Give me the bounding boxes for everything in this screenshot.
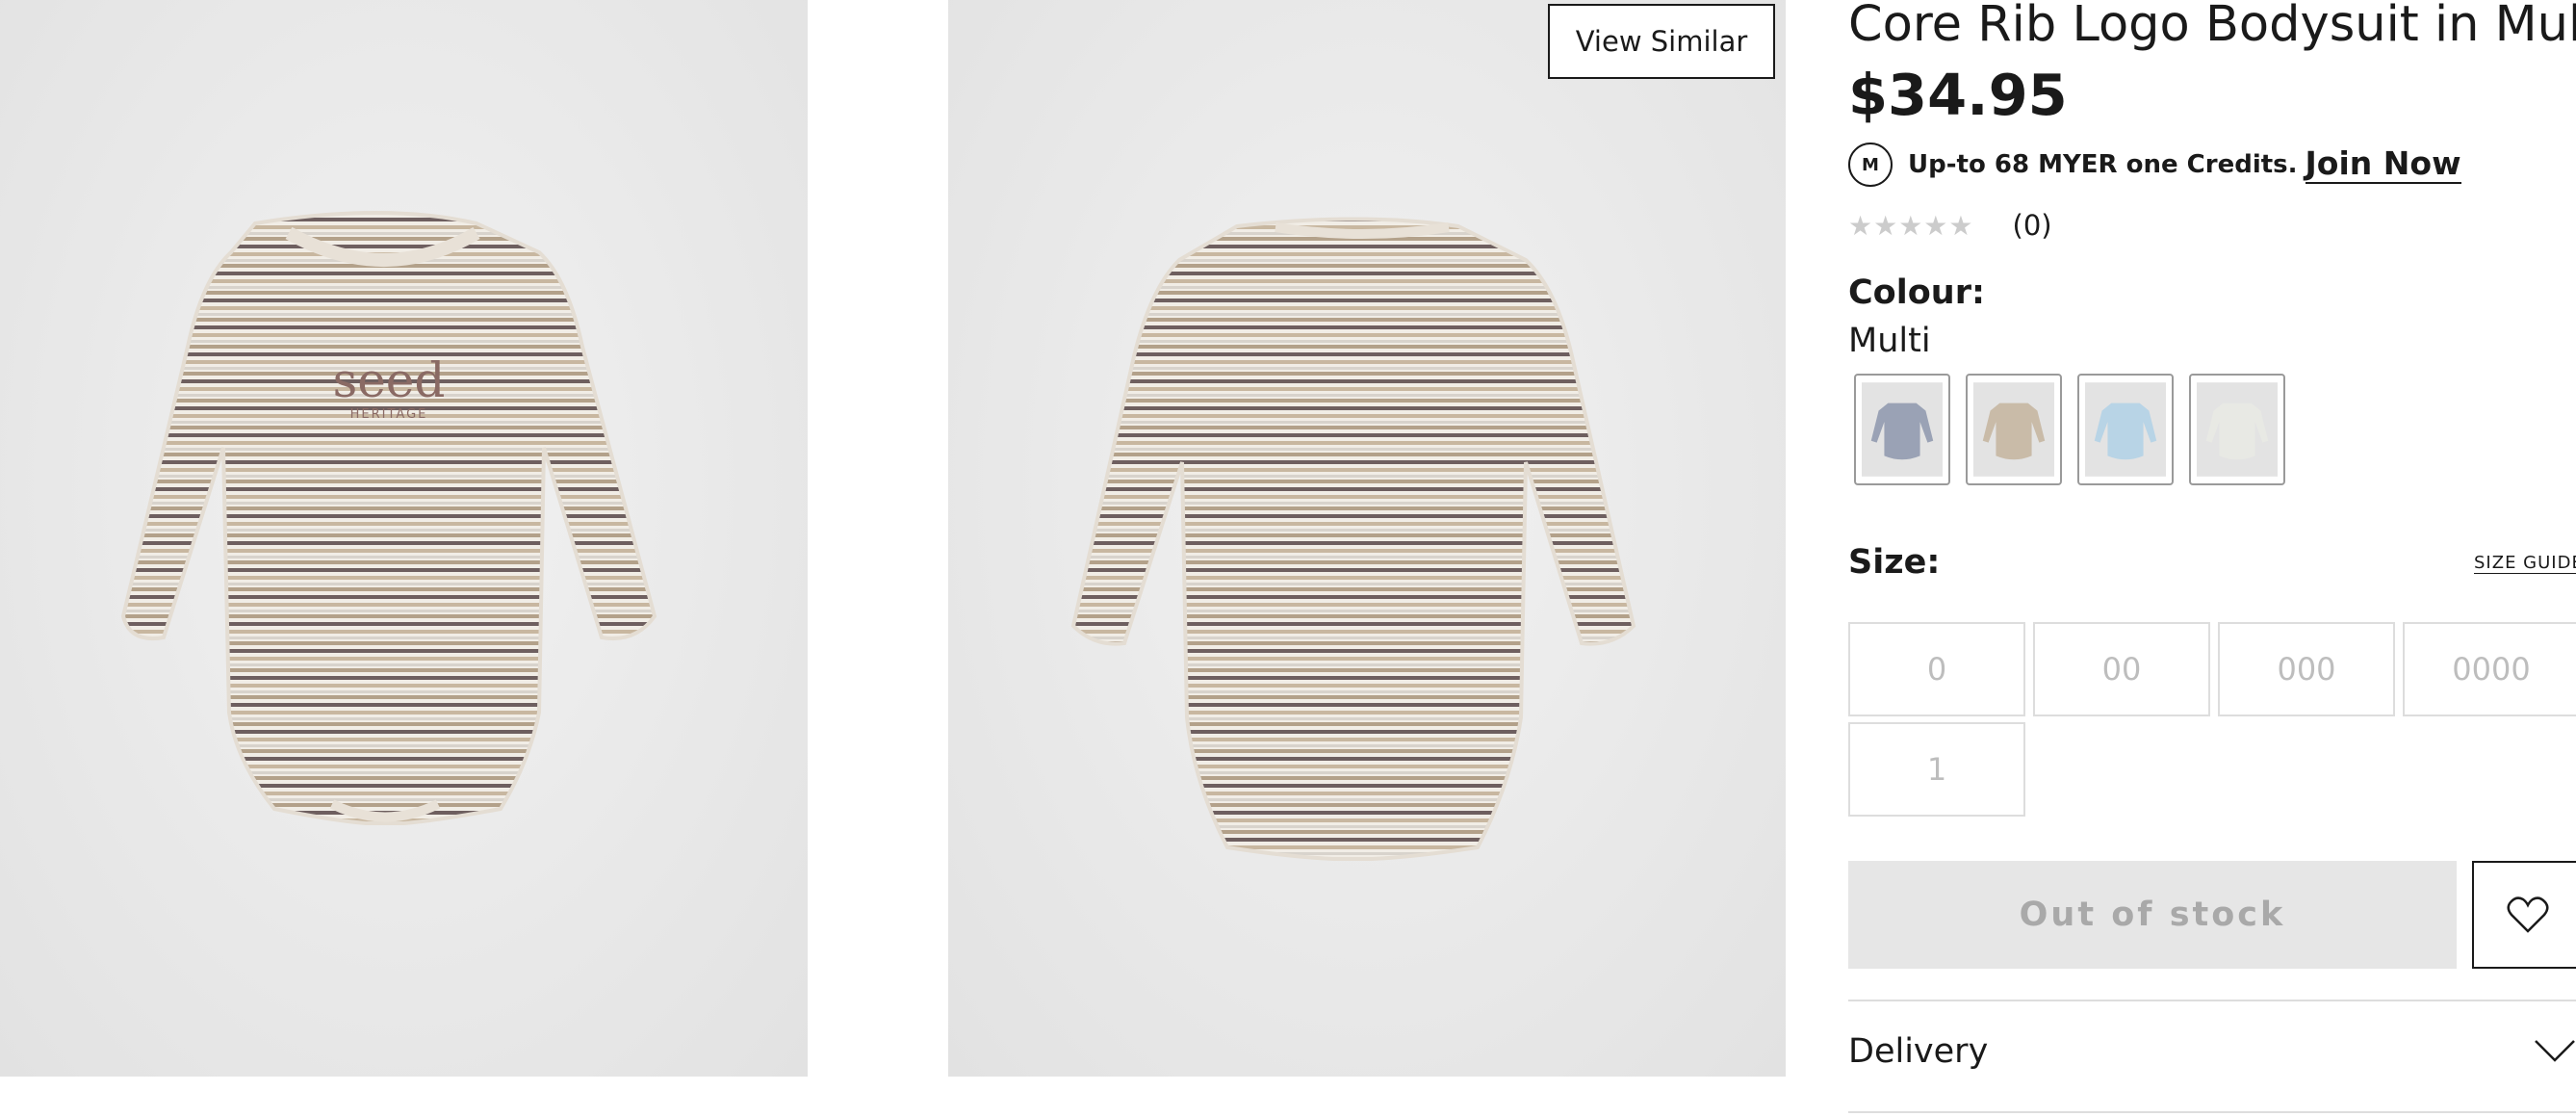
wishlist-button[interactable] xyxy=(2472,861,2576,969)
size-option-1[interactable]: 1 xyxy=(1848,722,2025,817)
colour-swatches xyxy=(1854,374,2285,485)
delivery-label: Delivery xyxy=(1848,1032,1989,1071)
heart-icon xyxy=(2507,896,2549,933)
product-title: Core Rib Logo Bodysuit in Multi xyxy=(1848,0,2576,53)
credits-text: Up-to 68 MYER one Credits. xyxy=(1908,150,2298,179)
swatch-thumbnail-icon xyxy=(1973,382,2054,477)
size-label: Size: xyxy=(1848,543,1941,582)
colour-swatch-1[interactable] xyxy=(1854,374,1950,485)
product-rating[interactable]: ★★★★★ (0) xyxy=(1848,206,2052,245)
divider xyxy=(1848,1111,2576,1113)
product-image-back[interactable] xyxy=(948,0,1786,1077)
out-of-stock-button[interactable]: Out of stock xyxy=(1848,861,2457,969)
swatch-thumbnail-icon xyxy=(1862,382,1943,477)
bodysuit-front-illustration: seed HERITAGE xyxy=(120,211,657,825)
swatch-thumbnail-icon xyxy=(2085,382,2166,477)
colour-label: Colour: xyxy=(1848,273,1985,312)
size-option-0[interactable]: 0 xyxy=(1848,622,2025,716)
swatch-thumbnail-icon xyxy=(2197,382,2278,477)
print-logo: seed xyxy=(333,352,446,408)
colour-swatch-3[interactable] xyxy=(2077,374,2174,485)
product-price: $34.95 xyxy=(1848,62,2068,128)
size-option-0000[interactable]: 0000 xyxy=(2403,622,2576,716)
join-now-link[interactable]: Join Now xyxy=(2305,145,2461,184)
rating-count: (0) xyxy=(2012,209,2052,242)
rating-stars-icon: ★★★★★ xyxy=(1848,209,1974,242)
colour-selected-value: Multi xyxy=(1848,322,1931,360)
colour-swatch-2[interactable] xyxy=(1966,374,2062,485)
bodysuit-back-illustration xyxy=(1070,217,1636,861)
chevron-down-icon xyxy=(2535,1040,2575,1062)
product-image-front[interactable]: seed HERITAGE xyxy=(0,0,808,1077)
print-sublogo: HERITAGE xyxy=(350,407,428,422)
size-option-00[interactable]: 00 xyxy=(2033,622,2210,716)
myer-credits: M Up-to 68 MYER one Credits. Join Now xyxy=(1848,141,2461,189)
colour-swatch-4[interactable] xyxy=(2189,374,2285,485)
myer-one-logo: M xyxy=(1848,143,1893,187)
delivery-accordion[interactable]: Delivery xyxy=(1848,1000,2576,1111)
view-similar-button[interactable]: View Similar xyxy=(1548,4,1775,79)
size-option-000[interactable]: 000 xyxy=(2218,622,2395,716)
size-guide-link[interactable]: SIZE GUIDE xyxy=(2474,553,2576,574)
product-info: Core Rib Logo Bodysuit in Multi $34.95 M… xyxy=(1848,0,2576,1117)
